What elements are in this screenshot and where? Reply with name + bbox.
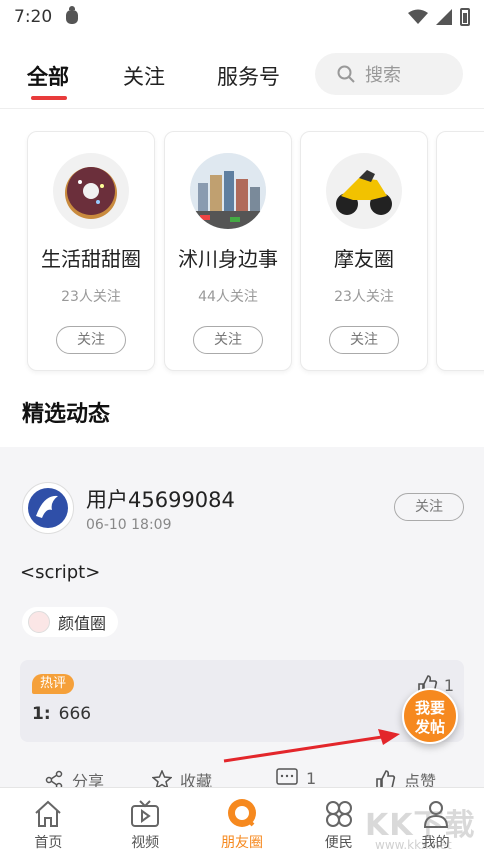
follow-button[interactable]: 关注 (193, 326, 263, 354)
comment-count: 1 (306, 768, 317, 788)
status-icons (408, 8, 470, 26)
donut-icon (53, 153, 129, 229)
favorite-label: 收藏 (180, 772, 213, 787)
follow-button[interactable]: 关注 (56, 326, 126, 354)
star-icon (152, 770, 172, 787)
debug-icon (66, 6, 79, 24)
circle-carousel: 生活甜甜圈 23人关注 关注 沭川身边事 44人关注 关注 摩友圈 23人关注 … (0, 110, 484, 385)
tab-service[interactable]: 服务号 (217, 61, 280, 91)
hot-comment-text: 666 (58, 704, 92, 724)
circle-tag-avatar (28, 611, 50, 633)
circle-fans: 23人关注 (334, 289, 394, 305)
city-icon (190, 153, 266, 229)
status-bar: 7:20 (0, 0, 484, 34)
share-button[interactable]: 分享 (44, 768, 104, 787)
chat-bubble-icon (226, 798, 258, 830)
battery-icon (460, 8, 470, 26)
circle-name: 摩友圈 (334, 247, 394, 271)
post-time: 06-10 18:09 (86, 517, 172, 533)
circle-card[interactable]: 沭川身边事 44人关注 关注 (164, 131, 292, 371)
comment-button[interactable]: 1 (276, 768, 316, 787)
red-arrow-annotation (223, 729, 400, 763)
top-tabs: 全部 关注 服务号 搜索 (0, 50, 484, 110)
hot-badge: 热评 (32, 674, 75, 694)
circle-card[interactable]: 生活甜甜圈 23人关注 关注 (27, 131, 155, 371)
grid-icon (323, 798, 355, 830)
motorcycle-icon (326, 153, 402, 229)
tab-follow[interactable]: 关注 (123, 61, 165, 91)
like-button[interactable]: 点赞 (374, 768, 436, 787)
tab-all[interactable]: 全部 (27, 61, 69, 91)
search-placeholder: 搜索 (365, 65, 401, 86)
thumbs-up-icon (376, 770, 396, 787)
section-title: 精选动态 (22, 402, 111, 427)
favorite-button[interactable]: 收藏 (152, 768, 212, 787)
hot-comment: 1: 666 (32, 704, 91, 724)
nav-services-label: 便民 (324, 835, 353, 851)
search-icon (337, 65, 355, 83)
circle-fans: 23人关注 (61, 289, 121, 305)
search-box[interactable]: 搜索 (315, 53, 463, 95)
circle-card-partial[interactable] (436, 131, 484, 371)
home-icon (32, 798, 64, 830)
circle-tag-label: 颜值圈 (58, 614, 107, 633)
signal-icon (436, 9, 452, 25)
avatar[interactable] (22, 482, 74, 534)
nav-video[interactable]: 视频 (97, 788, 194, 860)
divider (0, 108, 484, 109)
post-actions: 分享 收藏 1 点赞 (0, 765, 484, 787)
status-time: 7:20 (14, 7, 53, 27)
hot-comment-index: 1: (32, 704, 51, 724)
nav-home[interactable]: 首页 (0, 788, 97, 860)
tv-icon (129, 798, 161, 830)
post-follow-button[interactable]: 关注 (394, 493, 464, 521)
post-text: <script> (20, 562, 101, 583)
wifi-icon (408, 9, 428, 24)
like-label: 点赞 (404, 772, 437, 787)
follow-button[interactable]: 关注 (329, 326, 399, 354)
comment-icon (276, 768, 298, 785)
active-tab-indicator (31, 96, 67, 100)
nav-moments[interactable]: 朋友圈 (194, 788, 291, 860)
new-post-button[interactable]: 我要 发帖 (402, 688, 458, 744)
circle-card[interactable]: 摩友圈 23人关注 关注 (300, 131, 428, 371)
circle-fans: 44人关注 (198, 289, 258, 305)
watermark-url: www.kkx.net (375, 838, 452, 852)
circle-name: 沭川身边事 (178, 247, 278, 271)
share-label: 分享 (72, 772, 105, 787)
fab-line1: 我要 (414, 699, 445, 717)
circle-name: 生活甜甜圈 (41, 247, 141, 271)
fab-line2: 发帖 (414, 718, 445, 736)
circle-tag[interactable]: 颜值圈 (22, 607, 119, 637)
nav-video-label: 视频 (131, 835, 160, 851)
nav-moments-label: 朋友圈 (220, 835, 263, 851)
post-username[interactable]: 用户45699084 (86, 484, 235, 514)
share-icon (45, 770, 63, 787)
nav-home-label: 首页 (34, 835, 63, 851)
